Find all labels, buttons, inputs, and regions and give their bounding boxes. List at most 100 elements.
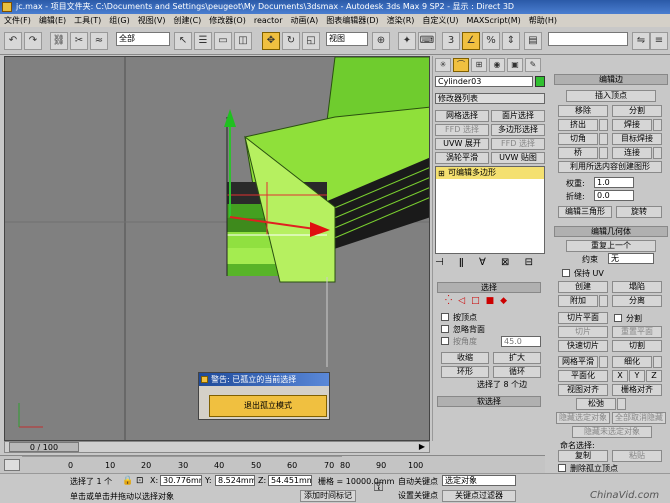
poly-select-button[interactable]: 多边形选择 (491, 124, 545, 136)
z-coord-field[interactable]: 54.451mm (268, 475, 312, 486)
reset-plane-button[interactable]: 重置平面 (612, 326, 662, 338)
connect-button[interactable]: 连接 (612, 147, 652, 159)
pivot-icon[interactable]: ⊕ (372, 32, 390, 50)
x-coord-field[interactable]: 30.776mm (160, 475, 202, 486)
edit-edges-header[interactable]: 编辑边 (554, 74, 668, 85)
attach-button[interactable]: 附加 (558, 295, 598, 307)
select-move-icon[interactable]: ✥ (262, 32, 280, 50)
hide-selected-button[interactable]: 隐藏选定对象 (556, 412, 610, 424)
menu-edit[interactable]: 编辑(E) (35, 14, 70, 27)
selection-rollout-header[interactable]: 选择 (437, 282, 541, 293)
menu-graph-editors[interactable]: 图表编辑器(D) (322, 14, 382, 27)
menu-animation[interactable]: 动画(A) (286, 14, 322, 27)
meshsmooth-settings-button[interactable] (599, 356, 608, 368)
reference-coord-dropdown[interactable]: 视图 (326, 32, 368, 46)
selection-filter-dropdown[interactable]: 全部 (116, 32, 170, 46)
auto-key-label[interactable]: 自动关键点 (398, 476, 438, 487)
time-slider-thumb[interactable]: 0 / 100 (9, 442, 79, 452)
make-planar-button[interactable]: 平面化 (558, 370, 608, 382)
angle-field[interactable]: 45.0 (501, 336, 541, 347)
soft-selection-rollout-header[interactable]: 软选择 (437, 396, 541, 407)
key-icon[interactable]: ⚿ (374, 480, 383, 495)
mesh-select-button[interactable]: 网格选择 (435, 110, 489, 122)
turn-button[interactable]: 旋转 (616, 206, 662, 218)
expand-icon[interactable]: ⊞ (438, 168, 445, 180)
stack-item-editable-poly[interactable]: ⊞ 可编辑多边形 (436, 167, 544, 179)
time-slider[interactable]: 0 / 100 ▶ (4, 441, 430, 453)
key-filters-button[interactable]: 关键点过滤器 (442, 490, 516, 502)
insert-vertex-button[interactable]: 插入顶点 (566, 90, 656, 102)
by-angle-checkbox[interactable] (441, 337, 449, 345)
slice-plane-button[interactable]: 切片平面 (558, 312, 608, 324)
uvw-map-button[interactable]: UVW 贴图 (491, 152, 545, 164)
preserve-uv-checkbox[interactable] (562, 269, 570, 277)
paste-button[interactable]: 粘贴 (612, 450, 662, 462)
link-icon[interactable]: ⛓ (50, 32, 68, 50)
snap-toggle-icon[interactable]: 3 (442, 32, 460, 50)
planar-z-button[interactable]: Z (646, 370, 662, 382)
split-checkbox[interactable] (614, 314, 622, 322)
track-bar[interactable]: 0 10 20 30 40 50 60 70 80 90 100 (0, 455, 545, 474)
detach-button[interactable]: 分离 (612, 295, 662, 307)
chamfer-button[interactable]: 切角 (558, 133, 598, 145)
manipulate-icon[interactable]: ✦ (398, 32, 416, 50)
percent-snap-icon[interactable]: % (482, 32, 500, 50)
hierarchy-tab-icon[interactable]: ⊞ (471, 58, 487, 72)
time-slider-arrow-icon[interactable]: ▶ (419, 442, 425, 452)
relax-button[interactable]: 松弛 (576, 398, 616, 410)
keyboard-shortcut-icon[interactable]: ⌨ (418, 32, 436, 50)
select-scale-icon[interactable]: ◱ (302, 32, 320, 50)
by-vertex-checkbox[interactable] (441, 313, 449, 321)
extrude-button[interactable]: 挤出 (558, 119, 598, 131)
ignore-backface-checkbox[interactable] (441, 325, 449, 333)
spinner-snap-icon[interactable]: ⇕ (502, 32, 520, 50)
connect-settings-button[interactable] (653, 147, 662, 159)
weld-settings-button[interactable] (653, 119, 662, 131)
cut-button[interactable]: 切割 (612, 340, 662, 352)
display-tab-icon[interactable]: ▣ (507, 58, 523, 72)
edit-geometry-header[interactable]: 编辑几何体 (554, 226, 668, 237)
select-rotate-icon[interactable]: ↻ (282, 32, 300, 50)
unlink-icon[interactable]: ✂ (70, 32, 88, 50)
patch-select-button[interactable]: 面片选择 (491, 110, 545, 122)
menu-modifiers[interactable]: 修改器(O) (205, 14, 250, 27)
stack-controls[interactable]: ⊣ ǁ ∀ ⊠ ⊟ (435, 256, 545, 270)
turbosmooth-button[interactable]: 涡轮平滑 (435, 152, 489, 164)
ring-button[interactable]: 环形 (441, 366, 489, 378)
meshsmooth-button[interactable]: 网格平滑 (558, 356, 598, 368)
shrink-button[interactable]: 收缩 (441, 352, 489, 364)
menu-rendering[interactable]: 渲染(R) (383, 14, 419, 27)
attach-list-button[interactable] (599, 295, 608, 307)
tessellate-button[interactable]: 细化 (612, 356, 652, 368)
constraints-dropdown[interactable]: 无 (608, 253, 654, 264)
view-align-button[interactable]: 视图对齐 (558, 384, 608, 396)
redo-icon[interactable]: ↷ (24, 32, 42, 50)
utilities-tab-icon[interactable]: ✎ (525, 58, 541, 72)
undo-icon[interactable]: ↶ (4, 32, 22, 50)
lock-icon[interactable]: 🔒 (122, 476, 133, 486)
set-key-label[interactable]: 设置关键点 (398, 490, 438, 501)
modifier-list-dropdown[interactable]: 修改器列表 (435, 93, 545, 104)
motion-tab-icon[interactable]: ◉ (489, 58, 505, 72)
menu-create[interactable]: 创建(C) (169, 14, 205, 27)
select-by-name-icon[interactable]: ☰ (194, 32, 212, 50)
object-name-field[interactable]: Cylinder03 (435, 76, 533, 87)
rect-region-icon[interactable]: ▭ (214, 32, 232, 50)
menu-reactor[interactable]: reactor (250, 14, 287, 27)
weight-field[interactable]: 1.0 (594, 177, 634, 188)
tessellate-settings-button[interactable] (653, 356, 662, 368)
track-bar-icon[interactable] (4, 459, 20, 471)
relax-settings-button[interactable] (617, 398, 626, 410)
menu-group[interactable]: 组(G) (105, 14, 133, 27)
menu-customize[interactable]: 自定义(U) (418, 14, 462, 27)
unhide-all-button[interactable]: 全部取消隐藏 (612, 412, 666, 424)
slice-button[interactable]: 切片 (558, 326, 608, 338)
object-color-swatch[interactable] (535, 76, 545, 87)
menu-help[interactable]: 帮助(H) (525, 14, 561, 27)
window-crossing-icon[interactable]: ◫ (234, 32, 252, 50)
extrude-settings-button[interactable] (599, 119, 608, 131)
menu-file[interactable]: 文件(F) (0, 14, 35, 27)
collapse-button[interactable]: 塌陷 (612, 281, 662, 293)
split-button[interactable]: 分割 (612, 105, 662, 117)
modify-tab-icon[interactable]: ⌒ (453, 58, 469, 72)
